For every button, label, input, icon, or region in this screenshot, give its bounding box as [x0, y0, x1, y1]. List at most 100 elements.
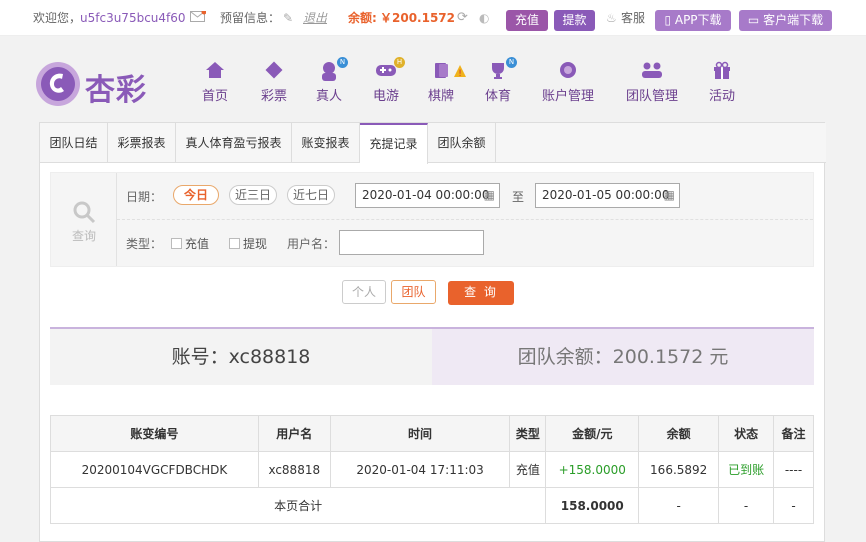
username: u5fc3u75bcu4f60 — [80, 11, 186, 25]
cell-time: 2020-01-04 17:11:03 — [329, 451, 511, 488]
account-number: 账号：xc88818 — [50, 329, 432, 385]
checkbox-icon — [171, 238, 182, 249]
query-label: 查询 — [71, 229, 96, 243]
personal-button[interactable]: 个人 — [342, 280, 386, 304]
table-row: 20200104VGCFDBCHDK xc88818 2020-01-04 17… — [50, 451, 814, 488]
withdraw-checkbox[interactable]: 提现 — [229, 235, 267, 252]
col-serial: 账变编号 — [50, 415, 259, 452]
tab-account-change[interactable]: 账变报表 — [292, 123, 360, 163]
team-button[interactable]: 团队 — [391, 280, 436, 304]
tab-lottery-report[interactable]: 彩票报表 — [108, 123, 176, 163]
account-summary: 账号：xc88818 团队余额：200.1572 元 — [50, 327, 814, 385]
live-icon: N — [318, 57, 348, 83]
col-balance: 余额 — [638, 415, 720, 452]
records-table: 账变编号 用户名 时间 类型 金额/元 余额 状态 备注 20200104VGC… — [49, 415, 814, 524]
report-tabs: 团队日结 彩票报表 真人体育盈亏报表 账变报表 充提记录 团队余额 — [40, 123, 826, 164]
balance-label: 余额: — [348, 11, 377, 25]
summary-label: 本页合计 — [49, 487, 547, 524]
nav-egame[interactable]: H 电游 — [369, 57, 405, 104]
edit-icon[interactable]: ✎ — [283, 0, 293, 36]
nav-live[interactable]: N 真人 — [312, 57, 348, 104]
date-separator: 至 — [512, 190, 525, 204]
hide-balance-icon[interactable]: ◐ — [479, 0, 489, 36]
tab-team-balance[interactable]: 团队余额 — [428, 123, 496, 163]
account-icon — [538, 61, 598, 83]
main-panel: 团队日结 彩票报表 真人体育盈亏报表 账变报表 充提记录 团队余额 查询 日期：… — [39, 122, 826, 542]
calendar-icon[interactable]: ▦ — [484, 184, 495, 207]
refresh-icon[interactable]: ⟳ — [457, 0, 468, 36]
filter-box: 查询 日期： 今日 近三日 近七日 2020-01-04 00:00:00 ▦ … — [50, 172, 814, 267]
deposit-checkbox[interactable]: 充值 — [171, 235, 209, 252]
today-pill[interactable]: 今日 — [173, 185, 219, 205]
nav-team[interactable]: 团队管理 — [622, 61, 682, 104]
summary-balance: - — [638, 487, 720, 524]
username-label: 用户名： — [287, 237, 336, 251]
username-input[interactable] — [339, 230, 484, 255]
cell-amount: +158.0000 — [545, 451, 640, 488]
checkbox-icon — [229, 238, 240, 249]
welcome-text: 欢迎您， — [33, 11, 82, 25]
cell-serial: 20200104VGCFDBCHDK — [50, 451, 259, 488]
summary-amount: 158.0000 — [545, 487, 640, 524]
logo-emblem-icon — [36, 62, 80, 106]
team-icon — [622, 61, 682, 83]
calendar-icon[interactable]: ▦ — [664, 184, 675, 207]
last7-pill[interactable]: 近七日 — [287, 185, 335, 205]
mail-icon[interactable] — [190, 9, 207, 25]
balance-value: ￥200.1572 — [380, 11, 456, 25]
summary-row: 本页合计 158.0000 - - - — [49, 487, 814, 524]
deposit-button[interactable]: 充值 — [506, 10, 548, 31]
nav-home[interactable]: 首页 — [198, 61, 232, 104]
cell-balance: 166.5892 — [638, 451, 720, 488]
tab-deposit-withdraw[interactable]: 充提记录 — [360, 123, 428, 164]
cell-remark: ---- — [773, 451, 814, 488]
client-download-button[interactable]: ▭ 客户端下载 — [739, 10, 832, 31]
header: 杏彩 首页 彩票 N 真人 H 电游 ! 棋牌 N 体育 账户管理 团队管理 活… — [0, 37, 866, 122]
tab-team-daily[interactable]: 团队日结 — [40, 123, 108, 163]
withdraw-button[interactable]: 提款 — [554, 10, 595, 31]
svg-text:!: ! — [458, 69, 462, 79]
cell-username: xc88818 — [257, 451, 331, 488]
nav-lottery[interactable]: 彩票 — [257, 61, 291, 104]
type-label: 类型： — [126, 237, 163, 251]
cell-type: 充值 — [509, 451, 547, 488]
gamepad-icon: H — [375, 57, 405, 83]
trophy-icon: N — [487, 57, 517, 83]
col-remark: 备注 — [773, 415, 814, 452]
end-date-input[interactable]: 2020-01-05 00:00:00 ▦ — [535, 183, 680, 208]
home-icon — [198, 61, 232, 83]
query-block: 查询 — [51, 173, 117, 266]
col-time: 时间 — [329, 415, 511, 452]
team-balance: 团队余额：200.1572 元 — [432, 329, 814, 385]
top-bar: 欢迎您， u5fc3u75bcu4f60 预留信息： ✎ 退出 余额: ￥200… — [0, 0, 866, 36]
lottery-icon — [257, 61, 291, 83]
phone-icon: ▯ — [664, 13, 675, 27]
brand-logo[interactable]: 杏彩 — [33, 59, 153, 109]
col-type: 类型 — [509, 415, 547, 452]
date-label: 日期： — [126, 190, 163, 204]
nav-cards[interactable]: ! 棋牌 — [425, 61, 471, 104]
service-icon[interactable]: ♨ — [606, 0, 617, 36]
cards-icon: ! — [428, 61, 468, 83]
col-amount: 金额/元 — [545, 415, 640, 452]
brand-name: 杏彩 — [85, 73, 147, 108]
search-button[interactable]: 查 询 — [448, 281, 514, 305]
search-icon — [71, 199, 97, 228]
col-status: 状态 — [718, 415, 775, 452]
cell-status: 已到账 — [718, 451, 775, 488]
app-download-button[interactable]: ▯ APP下载 — [655, 10, 731, 31]
last3-pill[interactable]: 近三日 — [229, 185, 277, 205]
table-header-row: 账变编号 用户名 时间 类型 金额/元 余额 状态 备注 — [50, 415, 814, 452]
summary-remark: - — [773, 487, 814, 524]
logout-link[interactable]: 退出 — [303, 0, 327, 36]
tab-live-sports-report[interactable]: 真人体育盈亏报表 — [176, 123, 292, 163]
start-date-input[interactable]: 2020-01-04 00:00:00 ▦ — [355, 183, 500, 208]
nav-account[interactable]: 账户管理 — [538, 61, 598, 104]
summary-status: - — [718, 487, 775, 524]
service-link[interactable]: 客服 — [621, 0, 645, 36]
nav-promo[interactable]: 活动 — [705, 61, 739, 104]
nav-sports[interactable]: N 体育 — [481, 57, 517, 104]
gift-icon — [705, 61, 739, 83]
monitor-icon: ▭ — [747, 13, 764, 27]
reserved-info-label: 预留信息： — [220, 11, 281, 25]
